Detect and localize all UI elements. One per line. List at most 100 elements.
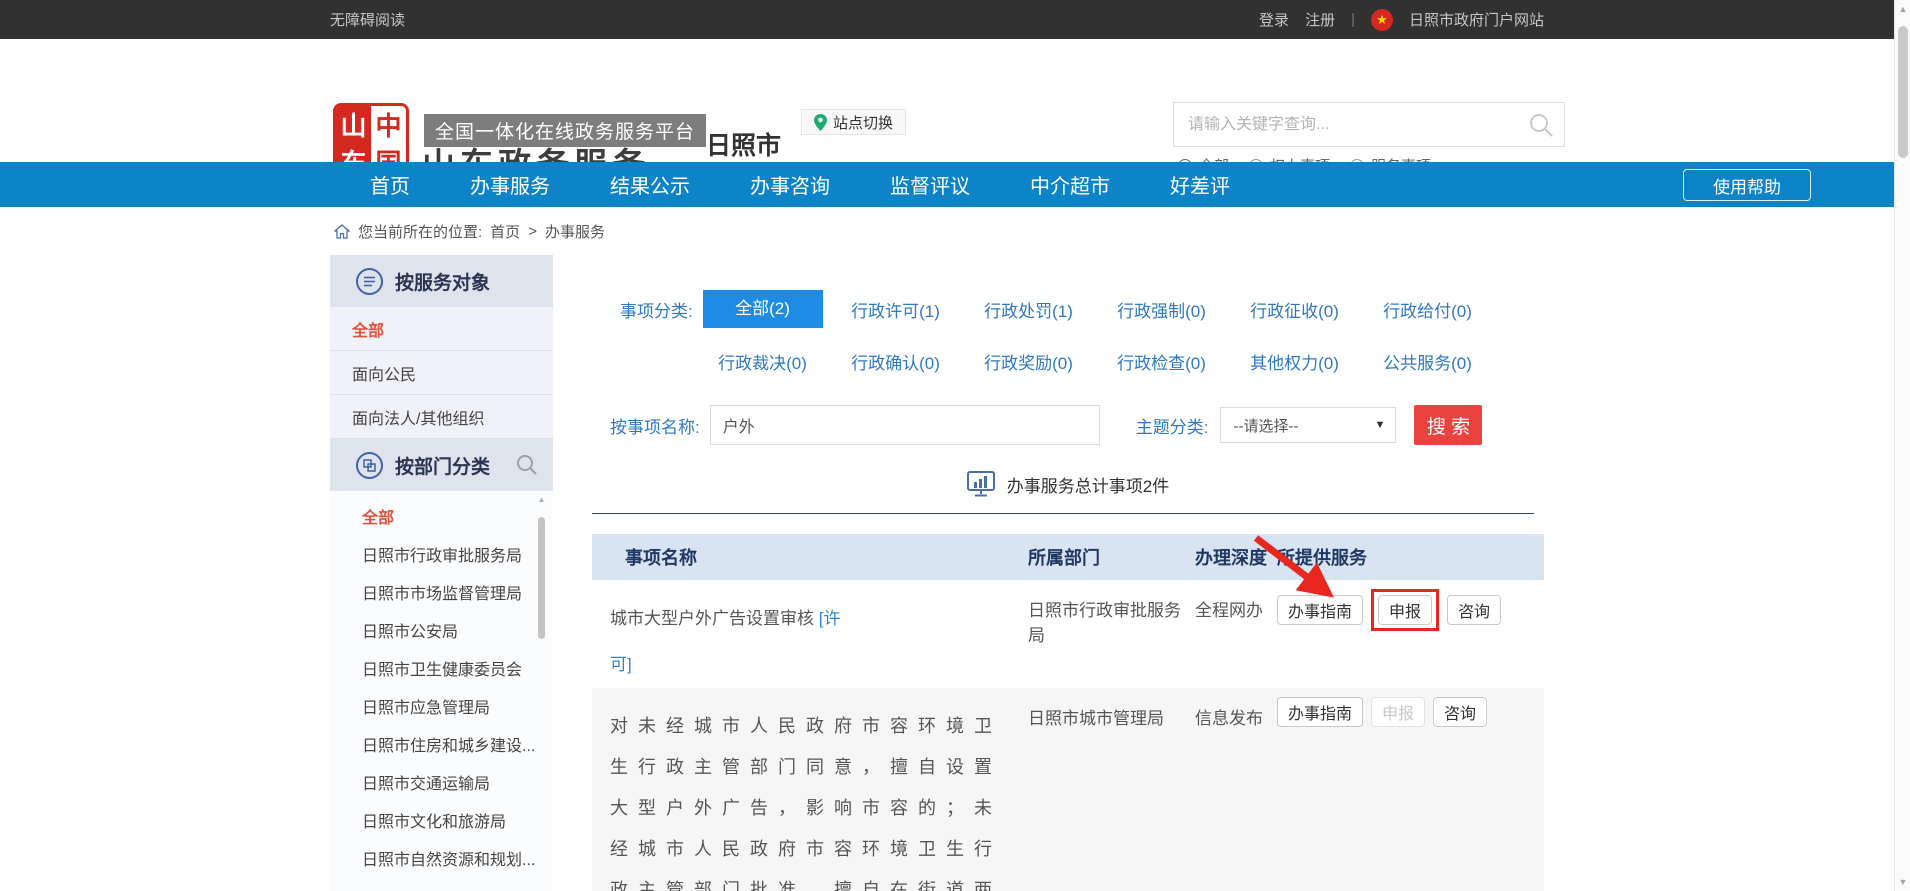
item-department: 日照市行政审批服务局 (1028, 580, 1195, 646)
breadcrumb-prefix: 您当前所在的位置: (358, 221, 482, 242)
sidebar: 按服务对象 全部 面向公民 面向法人/其他组织 按部门分类 全部 日照市行政审批… (330, 255, 553, 891)
keyword-search-box (1173, 102, 1565, 147)
table-row: 城市大型户外广告设置审核 [许 可] 日照市行政审批服务局 全程网办 办事指南 … (592, 580, 1544, 688)
breadcrumb-home[interactable]: 首页 (490, 221, 520, 242)
list-circle-icon (356, 268, 383, 295)
keyword-search-input[interactable] (1188, 116, 1528, 134)
dept-public-security[interactable]: 日照市公安局 (330, 611, 553, 649)
guide-button[interactable]: 办事指南 (1277, 697, 1363, 727)
search-button[interactable]: 搜 索 (1414, 405, 1482, 445)
nav-supervision[interactable]: 监督评议 (890, 170, 970, 199)
service-object-all[interactable]: 全部 (330, 307, 553, 351)
filter-admin-ruling[interactable]: 行政裁决(0) (696, 349, 829, 374)
dept-market-supervision[interactable]: 日照市市场监督管理局 (330, 573, 553, 611)
page-scrollbar: ▲ ▼ (1894, 0, 1910, 891)
main-navbar: 首页 办事服务 结果公示 办事咨询 监督评议 中介超市 好差评 使用帮助 (0, 162, 1894, 207)
divider (592, 513, 1534, 514)
apply-button-disabled: 申报 (1371, 697, 1425, 727)
sidebar-scroll-up-icon[interactable]: ▲ (537, 495, 546, 505)
nav-rating[interactable]: 好差评 (1170, 170, 1230, 199)
topbar: 无障碍阅读 登录 注册 | ★ 日照市政府门户网站 (0, 0, 1894, 39)
item-depth: 全程网办 (1195, 580, 1277, 621)
col-department: 所属部门 (1028, 544, 1195, 570)
nav-consult[interactable]: 办事咨询 (750, 170, 830, 199)
search-icon[interactable] (1528, 112, 1554, 138)
dept-culture-tourism[interactable]: 日照市文化和旅游局 (330, 801, 553, 839)
filter-public-services[interactable]: 公共服务(0) (1361, 349, 1494, 374)
topic-select[interactable]: --请选择-- ▼ (1220, 407, 1396, 443)
accessibility-link[interactable]: 无障碍阅读 (330, 9, 405, 30)
site-switch-button[interactable]: 站点切换 (801, 109, 906, 135)
help-button[interactable]: 使用帮助 (1683, 169, 1811, 201)
sidebar-scrollbar: ▲ (537, 495, 546, 891)
filter-admin-penalty[interactable]: 行政处罚(1) (962, 297, 1095, 322)
item-search-row: 按事项名称: 主题分类: --请选择-- ▼ 搜 索 (592, 405, 1544, 445)
dept-all[interactable]: 全部 (330, 497, 553, 535)
city-name: 日照市 (706, 126, 781, 162)
dept-transport[interactable]: 日照市交通运输局 (330, 763, 553, 801)
dept-admin-approval[interactable]: 日照市行政审批服务局 (330, 535, 553, 573)
item-department: 日照市城市管理局 (1028, 688, 1195, 729)
filter-other-powers[interactable]: 其他权力(0) (1228, 349, 1361, 374)
table-header: 事项名称 所属部门 办理深度 所提供服务 (592, 534, 1544, 580)
stats-monitor-icon (967, 471, 995, 497)
service-object-legal-persons[interactable]: 面向法人/其他组织 (330, 395, 553, 439)
table-row: 对未经城市人民政府市容环境卫 生行政主管部门同意，擅自设置 大型户外广告，影响市… (592, 688, 1544, 891)
item-name-input[interactable] (710, 405, 1100, 445)
consult-button[interactable]: 咨询 (1433, 697, 1487, 727)
consult-button[interactable]: 咨询 (1447, 595, 1501, 625)
service-object-citizens[interactable]: 面向公民 (330, 351, 553, 395)
col-item-name: 事项名称 (592, 544, 1028, 570)
col-services: 所提供服务 (1277, 544, 1544, 570)
filter-admin-reward[interactable]: 行政奖励(0) (962, 349, 1095, 374)
register-link[interactable]: 注册 (1305, 9, 1335, 30)
apply-button[interactable]: 申报 (1378, 595, 1432, 625)
filter-row-2: 行政裁决(0) 行政确认(0) 行政奖励(0) 行政检查(0) 其他权力(0) … (592, 341, 1544, 381)
nav-services[interactable]: 办事服务 (470, 170, 550, 199)
breadcrumb-current[interactable]: 办事服务 (545, 221, 605, 242)
topbar-right: 登录 注册 | ★ 日照市政府门户网站 (1259, 9, 1544, 31)
summary-row: 办事服务总计事项2件 (592, 471, 1544, 497)
header: 山东 中国 全国一体化在线政务服务平台 山东政务服务 日照市 站点切换 全部 权… (0, 39, 1894, 162)
item-name-label: 按事项名称: (610, 413, 700, 438)
filter-admin-license[interactable]: 行政许可(1) (829, 297, 962, 322)
category-circle-icon (356, 452, 383, 479)
filter-label: 事项分类: (592, 297, 696, 322)
department-list: 全部 日照市行政审批服务局 日照市市场监督管理局 日照市公安局 日照市卫生健康委… (330, 491, 553, 891)
scroll-down-icon[interactable]: ▼ (1895, 877, 1910, 887)
national-emblem-icon: ★ (1371, 9, 1393, 31)
dept-emergency[interactable]: 日照市应急管理局 (330, 687, 553, 725)
page-scrollbar-thumb[interactable] (1898, 26, 1908, 158)
item-depth: 信息发布 (1195, 688, 1277, 729)
nav-agency-market[interactable]: 中介超市 (1030, 170, 1110, 199)
sidebar-scrollbar-thumb[interactable] (538, 517, 545, 639)
filter-admin-payment[interactable]: 行政给付(0) (1361, 297, 1494, 322)
filter-admin-coercion[interactable]: 行政强制(0) (1095, 297, 1228, 322)
dept-natural-resources[interactable]: 日照市自然资源和规划... (330, 839, 553, 877)
main-content: 事项分类: 全部(2) 行政许可(1) 行政处罚(1) 行政强制(0) 行政征收… (592, 255, 1544, 891)
home-icon (334, 224, 350, 239)
item-name-link[interactable]: 对未经城市人民政府市容环境卫 生行政主管部门同意，擅自设置 大型户外广告，影响市… (610, 704, 1010, 891)
location-pin-icon (814, 114, 827, 131)
filter-admin-inspection[interactable]: 行政检查(0) (1095, 349, 1228, 374)
nav-results[interactable]: 结果公示 (610, 170, 690, 199)
topic-label: 主题分类: (1136, 413, 1209, 438)
login-link[interactable]: 登录 (1259, 9, 1289, 30)
scroll-up-icon[interactable]: ▲ (1895, 4, 1910, 14)
portal-link[interactable]: 日照市政府门户网站 (1409, 9, 1544, 30)
department-search-icon[interactable] (516, 454, 538, 476)
item-name-link[interactable]: 城市大型户外广告设置审核 [许 可] (610, 596, 862, 688)
service-object-list: 全部 面向公民 面向法人/其他组织 (330, 307, 553, 439)
guide-button[interactable]: 办事指南 (1277, 595, 1363, 625)
col-depth: 办理深度 (1195, 544, 1277, 570)
filter-admin-confirmation[interactable]: 行政确认(0) (829, 349, 962, 374)
filter-all[interactable]: 全部(2) (703, 290, 823, 328)
department-header: 按部门分类 (330, 439, 553, 491)
dept-health[interactable]: 日照市卫生健康委员会 (330, 649, 553, 687)
dept-housing[interactable]: 日照市住房和城乡建设... (330, 725, 553, 763)
filter-row-1: 事项分类: 全部(2) 行政许可(1) 行政处罚(1) 行政强制(0) 行政征收… (592, 289, 1544, 329)
annotation-highlight-box: 申报 (1371, 589, 1439, 631)
filter-admin-collection[interactable]: 行政征收(0) (1228, 297, 1361, 322)
nav-home[interactable]: 首页 (370, 170, 410, 199)
chevron-down-icon: ▼ (1375, 419, 1386, 431)
